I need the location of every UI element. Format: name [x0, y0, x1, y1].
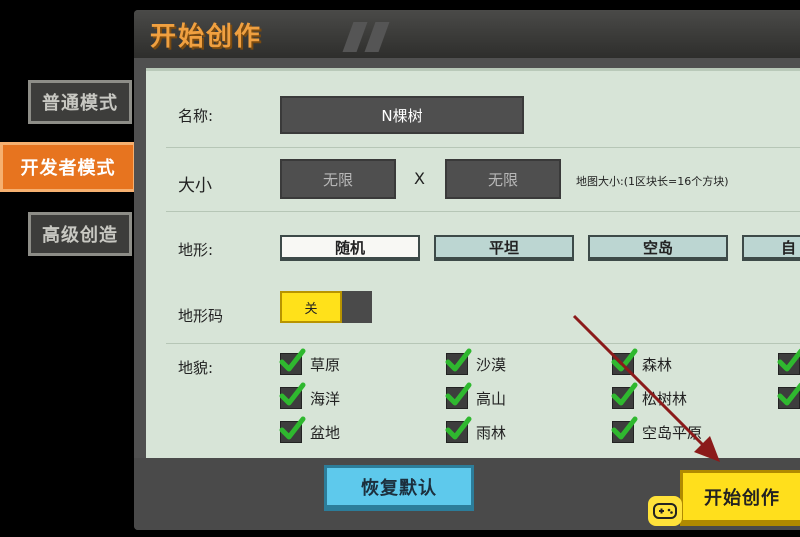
gamepad-icon: [648, 496, 682, 526]
map-height-value: 无限: [487, 170, 518, 189]
landform-label-text: 高山: [476, 389, 507, 408]
checkmark-icon: [445, 416, 472, 440]
landform-checkbox-item[interactable]: [777, 348, 800, 375]
landform-label-text: 盆地: [310, 423, 341, 442]
sidebar-item-normal-mode[interactable]: 普通模式: [28, 80, 132, 124]
checkmark-icon: [279, 416, 306, 440]
sidebar-item-label: 开发者模式: [20, 158, 116, 179]
sidebar-item-label: 高级创造: [42, 225, 118, 246]
checkbox[interactable]: [777, 382, 800, 409]
landform-label-text: 雨林: [476, 423, 507, 442]
restore-defaults-button[interactable]: 恢复默认: [324, 465, 474, 511]
create-world-window: 开始创作 名称: N棵树 大小 无限 X 无限 地图大小:(1区块长=16个方块…: [134, 10, 800, 530]
checkmark-icon: [445, 348, 472, 372]
landform-checkbox-item[interactable]: 盆地: [279, 416, 341, 443]
row-divider: [166, 147, 800, 148]
checkbox[interactable]: [445, 416, 472, 443]
terrain-option-label: 平坦: [488, 238, 519, 257]
terrain-label: 地形:: [178, 241, 214, 259]
map-height-input[interactable]: 无限: [445, 159, 561, 199]
sidebar-item-label: 普通模式: [42, 93, 118, 114]
start-create-button[interactable]: 开始创作: [680, 470, 800, 526]
settings-panel: 名称: N棵树 大小 无限 X 无限 地图大小:(1区块长=16个方块) 地形:…: [146, 68, 800, 459]
terrain-option-custom[interactable]: 自: [742, 235, 800, 261]
checkbox[interactable]: [445, 348, 472, 375]
terrain-option-random[interactable]: 随机: [280, 235, 420, 261]
checkbox[interactable]: [279, 348, 306, 375]
checkbox[interactable]: [611, 382, 638, 409]
landform-checkbox-item[interactable]: 海洋: [279, 382, 341, 409]
map-width-input[interactable]: 无限: [280, 159, 396, 199]
restore-defaults-label: 恢复默认: [361, 477, 437, 499]
landform-checkbox-item[interactable]: 高山: [445, 382, 507, 409]
landform-label-text: 松树林: [642, 389, 688, 408]
start-create-label: 开始创作: [704, 487, 780, 509]
checkbox[interactable]: [279, 416, 306, 443]
sidebar-item-developer-mode[interactable]: 开发者模式: [0, 142, 136, 192]
landform-label-text: 森林: [642, 355, 673, 374]
size-separator: X: [414, 169, 425, 188]
checkmark-icon: [279, 348, 306, 372]
checkmark-icon: [611, 348, 638, 372]
world-name-value: N棵树: [381, 106, 423, 125]
checkmark-icon: [611, 416, 638, 440]
terrain-code-label: 地形码: [178, 307, 224, 325]
landform-checkbox-item[interactable]: 松树林: [611, 382, 688, 409]
checkbox[interactable]: [279, 382, 306, 409]
window-titlebar: 开始创作: [134, 10, 800, 58]
title-stripe-decoration: [364, 22, 390, 52]
size-label: 大小: [178, 176, 212, 196]
checkbox[interactable]: [611, 416, 638, 443]
toggle-label: 关: [304, 301, 318, 317]
sidebar-item-advanced-create[interactable]: 高级创造: [28, 212, 132, 256]
gamepad-glyph: [653, 503, 677, 519]
landform-label: 地貌:: [178, 359, 214, 377]
map-width-value: 无限: [322, 170, 353, 189]
window-title: 开始创作: [150, 22, 263, 52]
terrain-option-flat[interactable]: 平坦: [434, 235, 574, 261]
landform-checkbox-item[interactable]: 草原: [279, 348, 341, 375]
checkmark-icon: [777, 382, 800, 406]
checkbox[interactable]: [611, 348, 638, 375]
landform-label-text: 空岛平原: [642, 423, 703, 442]
landform-checkbox-item[interactable]: 空岛平原: [611, 416, 703, 443]
row-divider: [166, 211, 800, 212]
terrain-option-label: 自: [780, 238, 796, 257]
landform-label-text: 沙漠: [476, 355, 507, 374]
toggle-knob: 关: [280, 291, 342, 323]
name-label: 名称:: [178, 107, 214, 125]
landform-label-text: 草原: [310, 355, 341, 374]
landform-checkbox-item[interactable]: [777, 382, 800, 409]
checkmark-icon: [445, 382, 472, 406]
terrain-option-label: 空岛: [642, 238, 673, 257]
checkbox[interactable]: [445, 382, 472, 409]
landform-checkbox-item[interactable]: 雨林: [445, 416, 507, 443]
checkmark-icon: [611, 382, 638, 406]
terrain-code-toggle[interactable]: 关: [280, 291, 372, 323]
checkmark-icon: [279, 382, 306, 406]
landform-label-text: 海洋: [310, 389, 341, 408]
landform-checkbox-item[interactable]: 沙漠: [445, 348, 507, 375]
checkmark-icon: [777, 348, 800, 372]
terrain-option-sky-island[interactable]: 空岛: [588, 235, 728, 261]
checkbox[interactable]: [777, 348, 800, 375]
landform-checkbox-item[interactable]: 森林: [611, 348, 673, 375]
map-size-note: 地图大小:(1区块长=16个方块): [576, 175, 729, 188]
row-divider: [166, 343, 800, 344]
terrain-option-label: 随机: [334, 238, 365, 257]
world-name-input[interactable]: N棵树: [280, 96, 524, 134]
title-stripe-decoration: [342, 22, 368, 52]
